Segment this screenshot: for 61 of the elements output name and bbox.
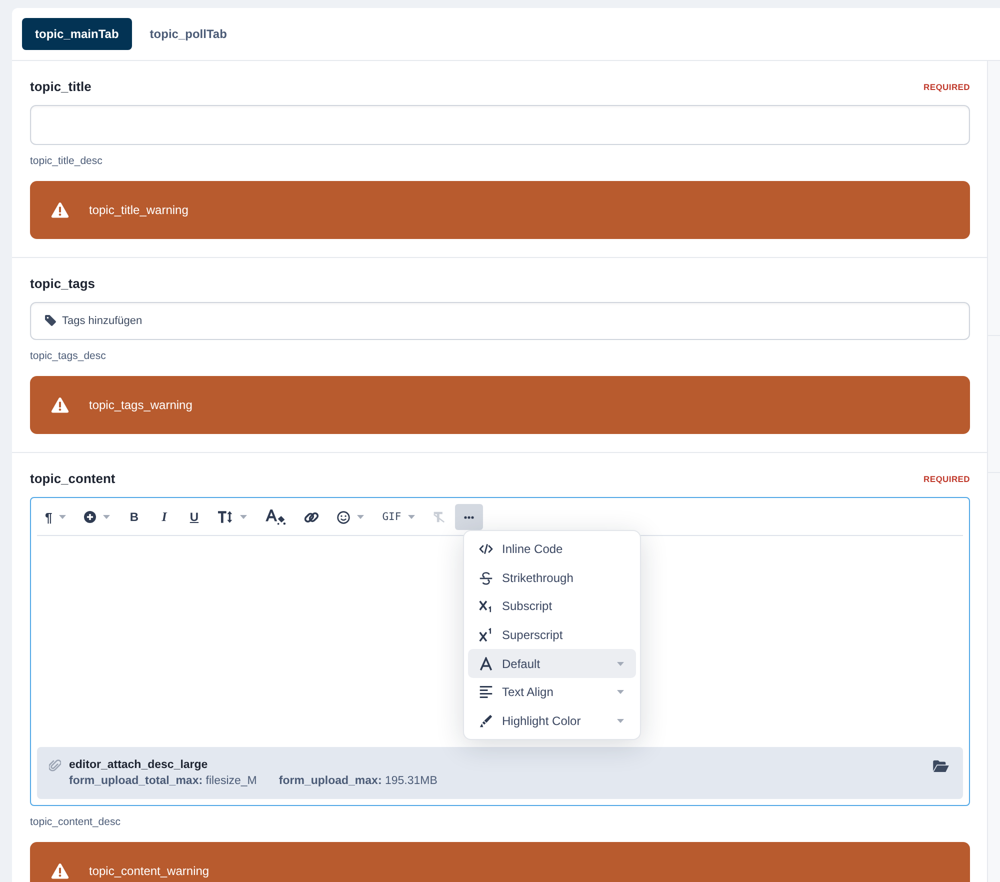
italic-button[interactable]: I — [150, 504, 178, 530]
title-field[interactable] — [30, 105, 970, 145]
caret-icon — [357, 515, 364, 519]
warning-text: topic_tags_warning — [89, 398, 192, 412]
smiley-icon — [337, 510, 350, 524]
paragraph-button[interactable]: ¶ — [37, 504, 74, 530]
tags-field[interactable]: Tags hinzufügen — [30, 302, 970, 340]
gif-button[interactable]: GIF — [374, 504, 424, 530]
warning-text: topic_title_warning — [89, 203, 188, 217]
field-description: topic_tags_desc — [30, 350, 107, 362]
warning-icon — [51, 202, 69, 218]
menu-item[interactable]: Text Align — [468, 678, 636, 707]
ellipsis-icon — [464, 516, 474, 518]
warning-text: topic_content_warning — [89, 864, 210, 878]
text-height-icon — [218, 511, 234, 523]
underline-button[interactable]: U — [180, 504, 208, 530]
code-icon — [479, 542, 493, 556]
menu-item[interactable]: Strikethrough — [468, 564, 636, 592]
caret-icon — [59, 515, 66, 519]
caret-icon — [103, 515, 110, 519]
menu-item[interactable]: Subscript — [468, 592, 636, 621]
tab[interactable]: topic_mainTab — [22, 18, 132, 50]
folder-open-icon — [933, 759, 949, 772]
attachment-title: editor_attach_desc_large — [69, 758, 209, 773]
caret-icon — [408, 515, 416, 519]
required-label: REQUIRED — [924, 82, 970, 92]
field-label: topic_content — [30, 471, 116, 487]
warning-icon — [51, 863, 69, 879]
menu-item[interactable]: Inline Code — [468, 535, 636, 564]
field-description: topic_content_desc — [30, 816, 122, 828]
menu-item[interactable]: Highlight Color — [468, 706, 636, 736]
highlighter-icon — [479, 714, 493, 728]
caret-icon — [617, 690, 624, 694]
strikethrough-icon — [479, 570, 493, 585]
caret-icon — [617, 718, 624, 723]
menu-item[interactable]: Default — [468, 649, 636, 678]
text-editor[interactable]: ¶ B I U GIF editor_attach_desc_large form_upload_total_max: filesize_M form_upload_max: 195.31MB Inline Code Strikethrough Subscript Superscript Default Text Align Highlight Color — [30, 497, 970, 806]
superscript-icon — [479, 628, 493, 642]
tag-icon — [45, 315, 56, 326]
upload-limit: form_upload_max: 195.31MB — [278, 774, 438, 789]
folder-button[interactable] — [933, 759, 949, 772]
field-label: topic_title — [30, 79, 92, 95]
crossed-letter-icon — [433, 511, 446, 523]
upload-limit: form_upload_total_max: filesize_M — [69, 774, 257, 789]
link-icon — [304, 510, 320, 524]
tab[interactable]: topic_pollTab — [136, 18, 240, 50]
paperclip-icon — [49, 759, 61, 772]
menu-item[interactable]: Superscript — [468, 620, 636, 650]
field-description: topic_title_desc — [30, 155, 104, 167]
paint-letter-icon — [265, 509, 286, 525]
caret-icon — [617, 662, 624, 666]
bold-button[interactable]: B — [120, 504, 148, 530]
more-button[interactable] — [455, 504, 484, 530]
letter-icon — [479, 656, 493, 671]
subscript-icon — [479, 599, 493, 614]
caret-icon — [240, 515, 248, 519]
warning-icon — [51, 397, 69, 413]
required-label: REQUIRED — [924, 474, 970, 484]
align-left-icon — [479, 685, 493, 700]
plus-circle-icon — [84, 511, 96, 523]
field-label: topic_tags — [30, 276, 96, 292]
